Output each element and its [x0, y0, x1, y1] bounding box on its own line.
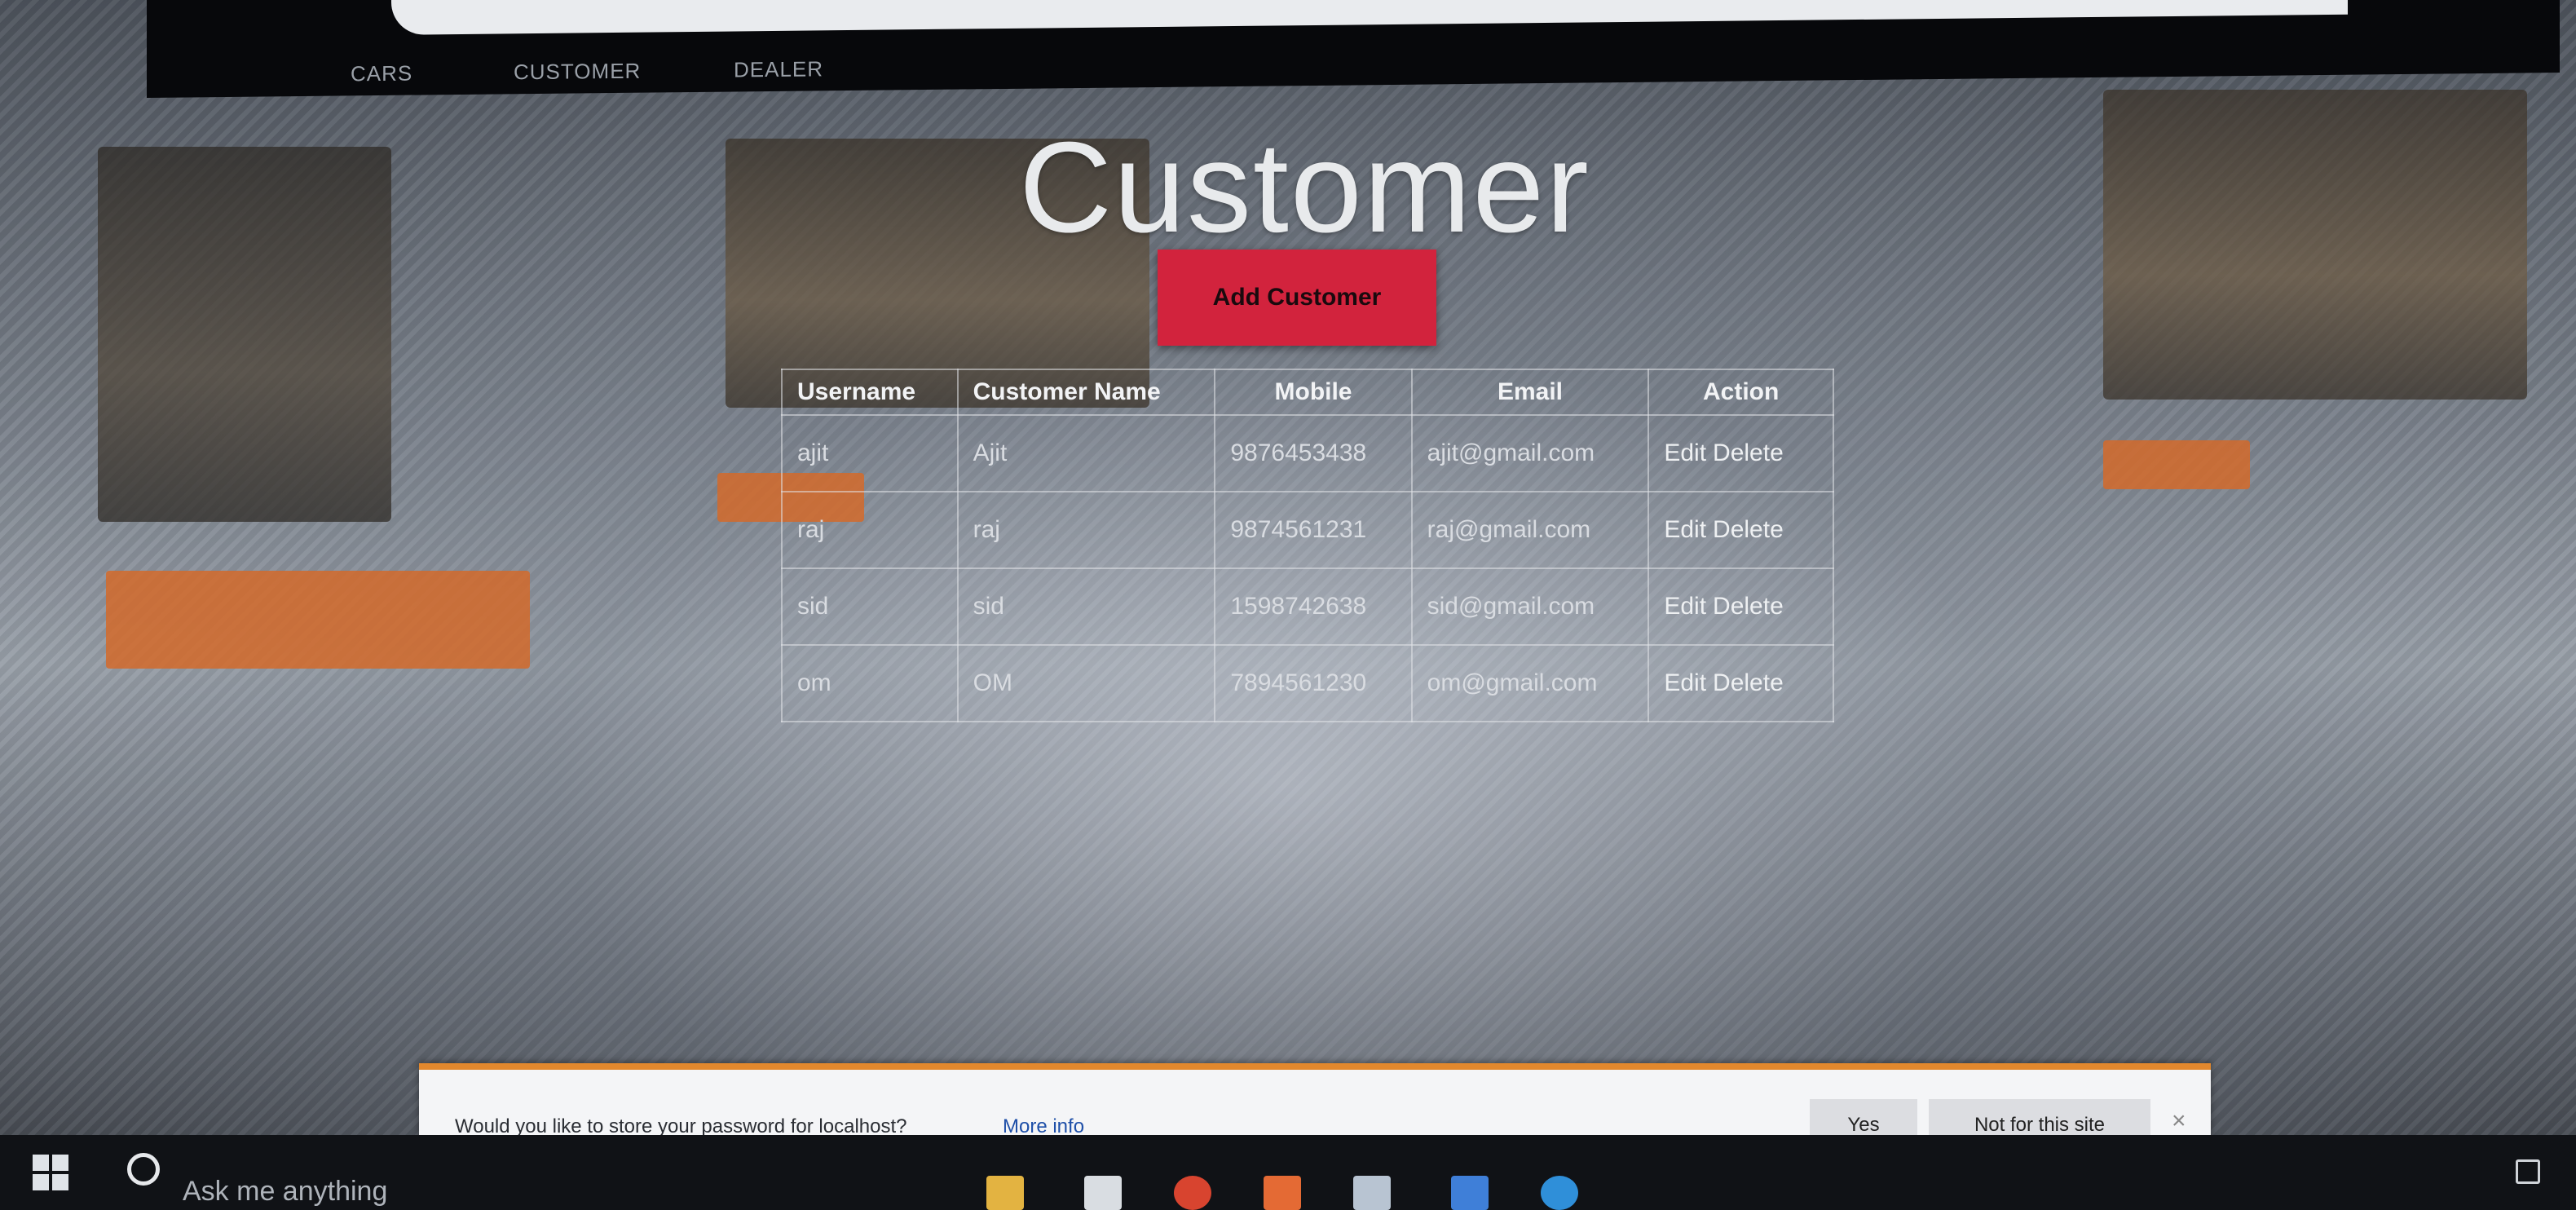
shelf-far-left-decor	[98, 147, 391, 522]
cell-email: om@gmail.com	[1410, 644, 1650, 722]
pallet-decor	[106, 571, 530, 669]
file-explorer-icon[interactable]	[986, 1176, 1024, 1210]
cell-customer-name: raj	[956, 491, 1216, 569]
cell-action: Edit Delete	[1647, 414, 1834, 492]
col-header-mobile: Mobile	[1214, 369, 1413, 416]
edit-link[interactable]: Edit	[1664, 593, 1706, 620]
table-row: om OM 7894561230 om@gmail.com Edit Delete	[781, 644, 1834, 722]
edge-icon[interactable]	[1541, 1176, 1578, 1210]
cell-customer-name: sid	[956, 567, 1216, 646]
nav-link-cars[interactable]: CARS	[351, 61, 412, 87]
notification-icon[interactable]	[2516, 1159, 2540, 1184]
cell-email: raj@gmail.com	[1410, 491, 1650, 569]
cell-mobile: 9876453438	[1214, 414, 1413, 492]
edit-link[interactable]: Edit	[1664, 669, 1706, 696]
cell-action: Edit Delete	[1647, 644, 1834, 722]
cell-mobile: 1598742638	[1214, 567, 1413, 646]
nav-link-customer[interactable]: CUSTOMER	[514, 59, 641, 86]
chrome-icon[interactable]	[1174, 1176, 1211, 1210]
cell-username: sid	[781, 567, 959, 646]
close-icon[interactable]: ×	[2172, 1107, 2186, 1135]
cell-email: sid@gmail.com	[1410, 567, 1650, 646]
taskbar: Ask me anything	[0, 1135, 2576, 1210]
cell-customer-name: OM	[956, 644, 1216, 722]
cell-username: ajit	[781, 414, 959, 492]
table-row: sid sid 1598742638 sid@gmail.com Edit Del…	[781, 567, 1834, 646]
col-header-action: Action	[1647, 369, 1834, 416]
cell-mobile: 9874561231	[1214, 491, 1413, 569]
browser-strip	[391, 0, 2348, 35]
delete-link[interactable]: Delete	[1713, 439, 1784, 466]
cell-action: Edit Delete	[1647, 491, 1834, 569]
add-customer-button[interactable]: Add Customer	[1158, 250, 1436, 346]
table-row: ajit Ajit 9876453438 ajit@gmail.com Edit…	[781, 414, 1834, 492]
col-header-email: Email	[1410, 369, 1650, 416]
delete-link[interactable]: Delete	[1713, 593, 1784, 620]
edit-link[interactable]: Edit	[1664, 516, 1706, 543]
cell-customer-name: Ajit	[956, 414, 1216, 492]
app-icon[interactable]	[1451, 1176, 1489, 1210]
cell-action: Edit Delete	[1647, 567, 1834, 646]
table-header-row: Username Customer Name Mobile Email Acti…	[781, 369, 1834, 416]
table-row: raj raj 9874561231 raj@gmail.com Edit Del…	[781, 491, 1834, 569]
col-header-username: Username	[781, 369, 959, 416]
shelf-right-decor	[2103, 90, 2527, 400]
col-header-customer-name: Customer Name	[956, 369, 1216, 416]
nav-link-dealer[interactable]: DEALER	[734, 56, 823, 82]
app-icon[interactable]	[1264, 1176, 1301, 1210]
cell-email: ajit@gmail.com	[1410, 414, 1650, 492]
delete-link[interactable]: Delete	[1713, 516, 1784, 543]
pallet-decor	[2103, 440, 2250, 489]
cell-mobile: 7894561230	[1214, 644, 1413, 722]
page-title: Customer	[1019, 116, 1590, 259]
windows-start-icon[interactable]	[33, 1155, 70, 1192]
store-icon[interactable]	[1084, 1176, 1122, 1210]
app-icon[interactable]	[1353, 1176, 1391, 1210]
cell-username: raj	[781, 491, 959, 569]
cell-username: om	[781, 644, 959, 722]
edit-link[interactable]: Edit	[1664, 439, 1706, 466]
customer-table: Username Customer Name Mobile Email Acti…	[781, 369, 1834, 722]
search-box[interactable]: Ask me anything	[183, 1176, 387, 1208]
cortana-icon[interactable]	[127, 1153, 160, 1186]
delete-link[interactable]: Delete	[1713, 669, 1784, 696]
